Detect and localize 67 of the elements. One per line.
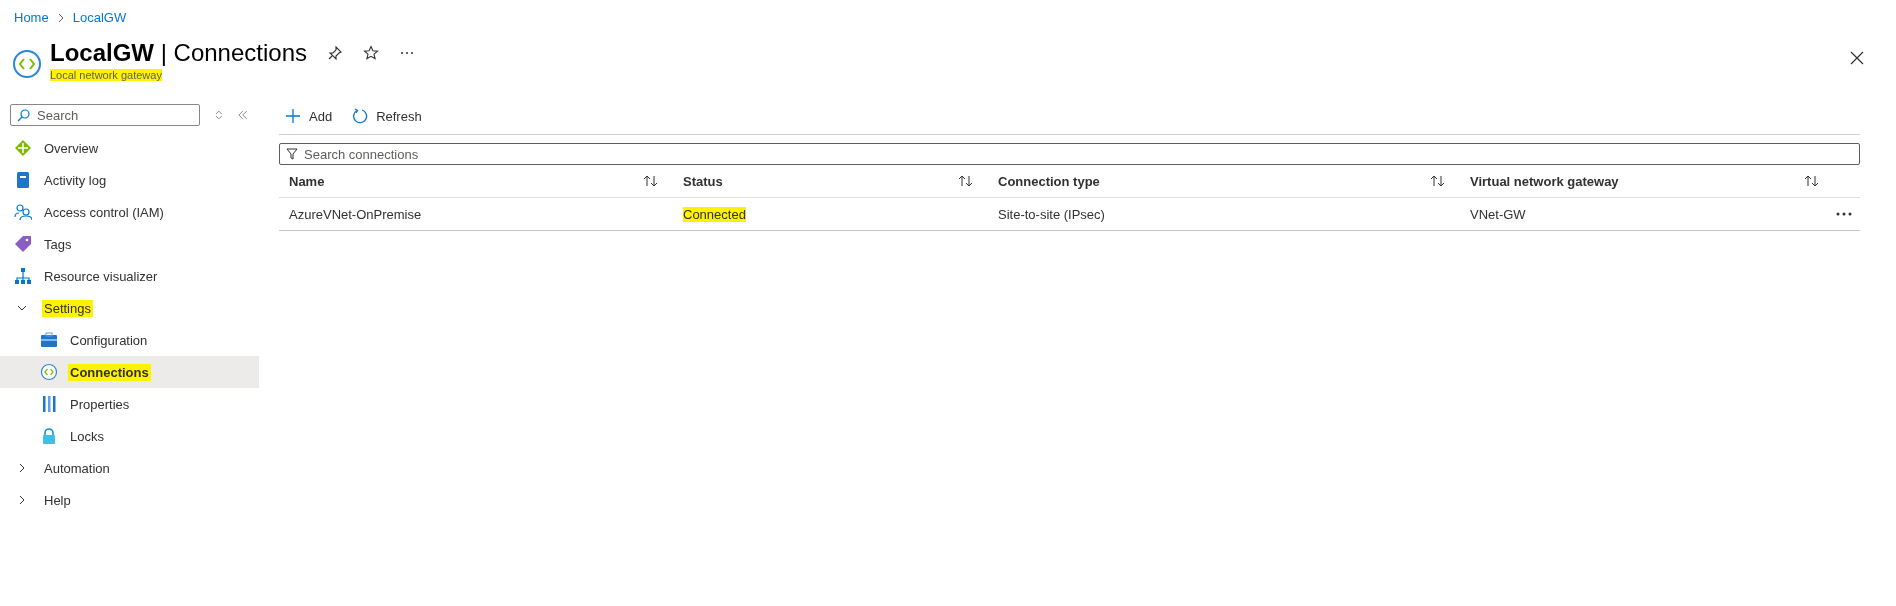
sort-icon[interactable] — [1430, 175, 1446, 187]
sidebar-label: Locks — [69, 427, 105, 445]
log-book-icon — [14, 171, 32, 189]
table-cell: Connected — [683, 206, 746, 222]
overview-icon — [14, 139, 32, 157]
column-header[interactable]: Virtual network gateway — [1470, 173, 1619, 189]
filter-field[interactable]: Search connections — [279, 143, 1860, 165]
tag-icon — [14, 235, 32, 253]
sidebar-item[interactable]: Resource visualizer — [0, 260, 259, 292]
sidebar-item[interactable]: Access control (IAM) — [0, 196, 259, 228]
sidebar-label: Overview — [43, 139, 100, 157]
sidebar-label: Access control (IAM) — [43, 203, 165, 221]
breadcrumb-link[interactable]: Home — [14, 10, 49, 25]
add-button[interactable]: Add — [283, 104, 335, 128]
table-cell[interactable]: AzureVNet-OnPremise — [289, 206, 422, 222]
page-subtitle: Local network gateway — [50, 69, 162, 81]
expand-collapse-icon[interactable] — [213, 110, 224, 120]
gateway-icon — [12, 49, 42, 79]
sidebar-label: Help — [43, 491, 72, 509]
resource-name: LocalGW — [50, 39, 154, 66]
toolbox-icon — [40, 331, 58, 349]
sidebar-item[interactable]: Settings — [0, 292, 259, 324]
collapse-sidebar-icon[interactable] — [237, 110, 249, 120]
sidebar-item[interactable]: Activity log — [0, 164, 259, 196]
sort-icon[interactable] — [1804, 175, 1820, 187]
chevron-right-icon — [56, 12, 65, 23]
sidebar-label: Automation — [43, 459, 111, 477]
table-cell: VNet-GW — [1470, 206, 1526, 222]
people-icon — [14, 203, 32, 221]
sort-icon[interactable] — [643, 175, 659, 187]
filter-icon — [286, 148, 298, 160]
pin-icon[interactable] — [327, 45, 343, 61]
sidebar-label: Connections — [68, 363, 151, 381]
more-icon[interactable] — [1836, 212, 1852, 216]
sidebar-label: Properties — [69, 395, 131, 413]
column-header[interactable]: Status — [683, 173, 723, 189]
page-title: Connections — [173, 39, 307, 66]
close-icon[interactable] — [1850, 51, 1864, 65]
refresh-icon — [352, 108, 369, 124]
star-icon[interactable] — [363, 45, 379, 61]
sidebar-subitem[interactable]: Configuration — [0, 324, 259, 356]
sidebar-item[interactable]: Help — [0, 484, 259, 516]
sidebar-subitem[interactable]: Connections — [0, 356, 259, 388]
search-field[interactable]: Search — [10, 104, 200, 126]
sidebar-subitem[interactable]: Properties — [0, 388, 259, 420]
plus-icon — [285, 108, 301, 124]
breadcrumb-link[interactable]: LocalGW — [72, 10, 127, 25]
sidebar-item[interactable]: Automation — [0, 452, 259, 484]
sidebar-label: Tags — [43, 235, 73, 253]
title-separator: | — [160, 39, 167, 66]
column-header[interactable]: Connection type — [998, 173, 1100, 189]
sidebar-label: Settings — [42, 299, 93, 317]
sort-icon[interactable] — [958, 175, 974, 187]
search-icon — [17, 109, 30, 122]
hierarchy-icon — [14, 267, 32, 285]
bars-icon — [40, 395, 58, 413]
sidebar-label: Resource visualizer — [43, 267, 159, 285]
column-header[interactable]: Name — [289, 173, 325, 189]
sidebar-label: Activity log — [43, 171, 108, 189]
sidebar-item[interactable]: Tags — [0, 228, 259, 260]
sidebar-item[interactable]: Overview — [0, 132, 259, 164]
sidebar-subitem[interactable]: Locks — [0, 420, 259, 452]
table-cell: Site-to-site (IPsec) — [998, 206, 1105, 222]
lock-icon — [40, 427, 58, 445]
sidebar-label: Configuration — [69, 331, 149, 349]
gateway-icon — [40, 363, 58, 381]
refresh-button[interactable]: Refresh — [350, 104, 424, 128]
